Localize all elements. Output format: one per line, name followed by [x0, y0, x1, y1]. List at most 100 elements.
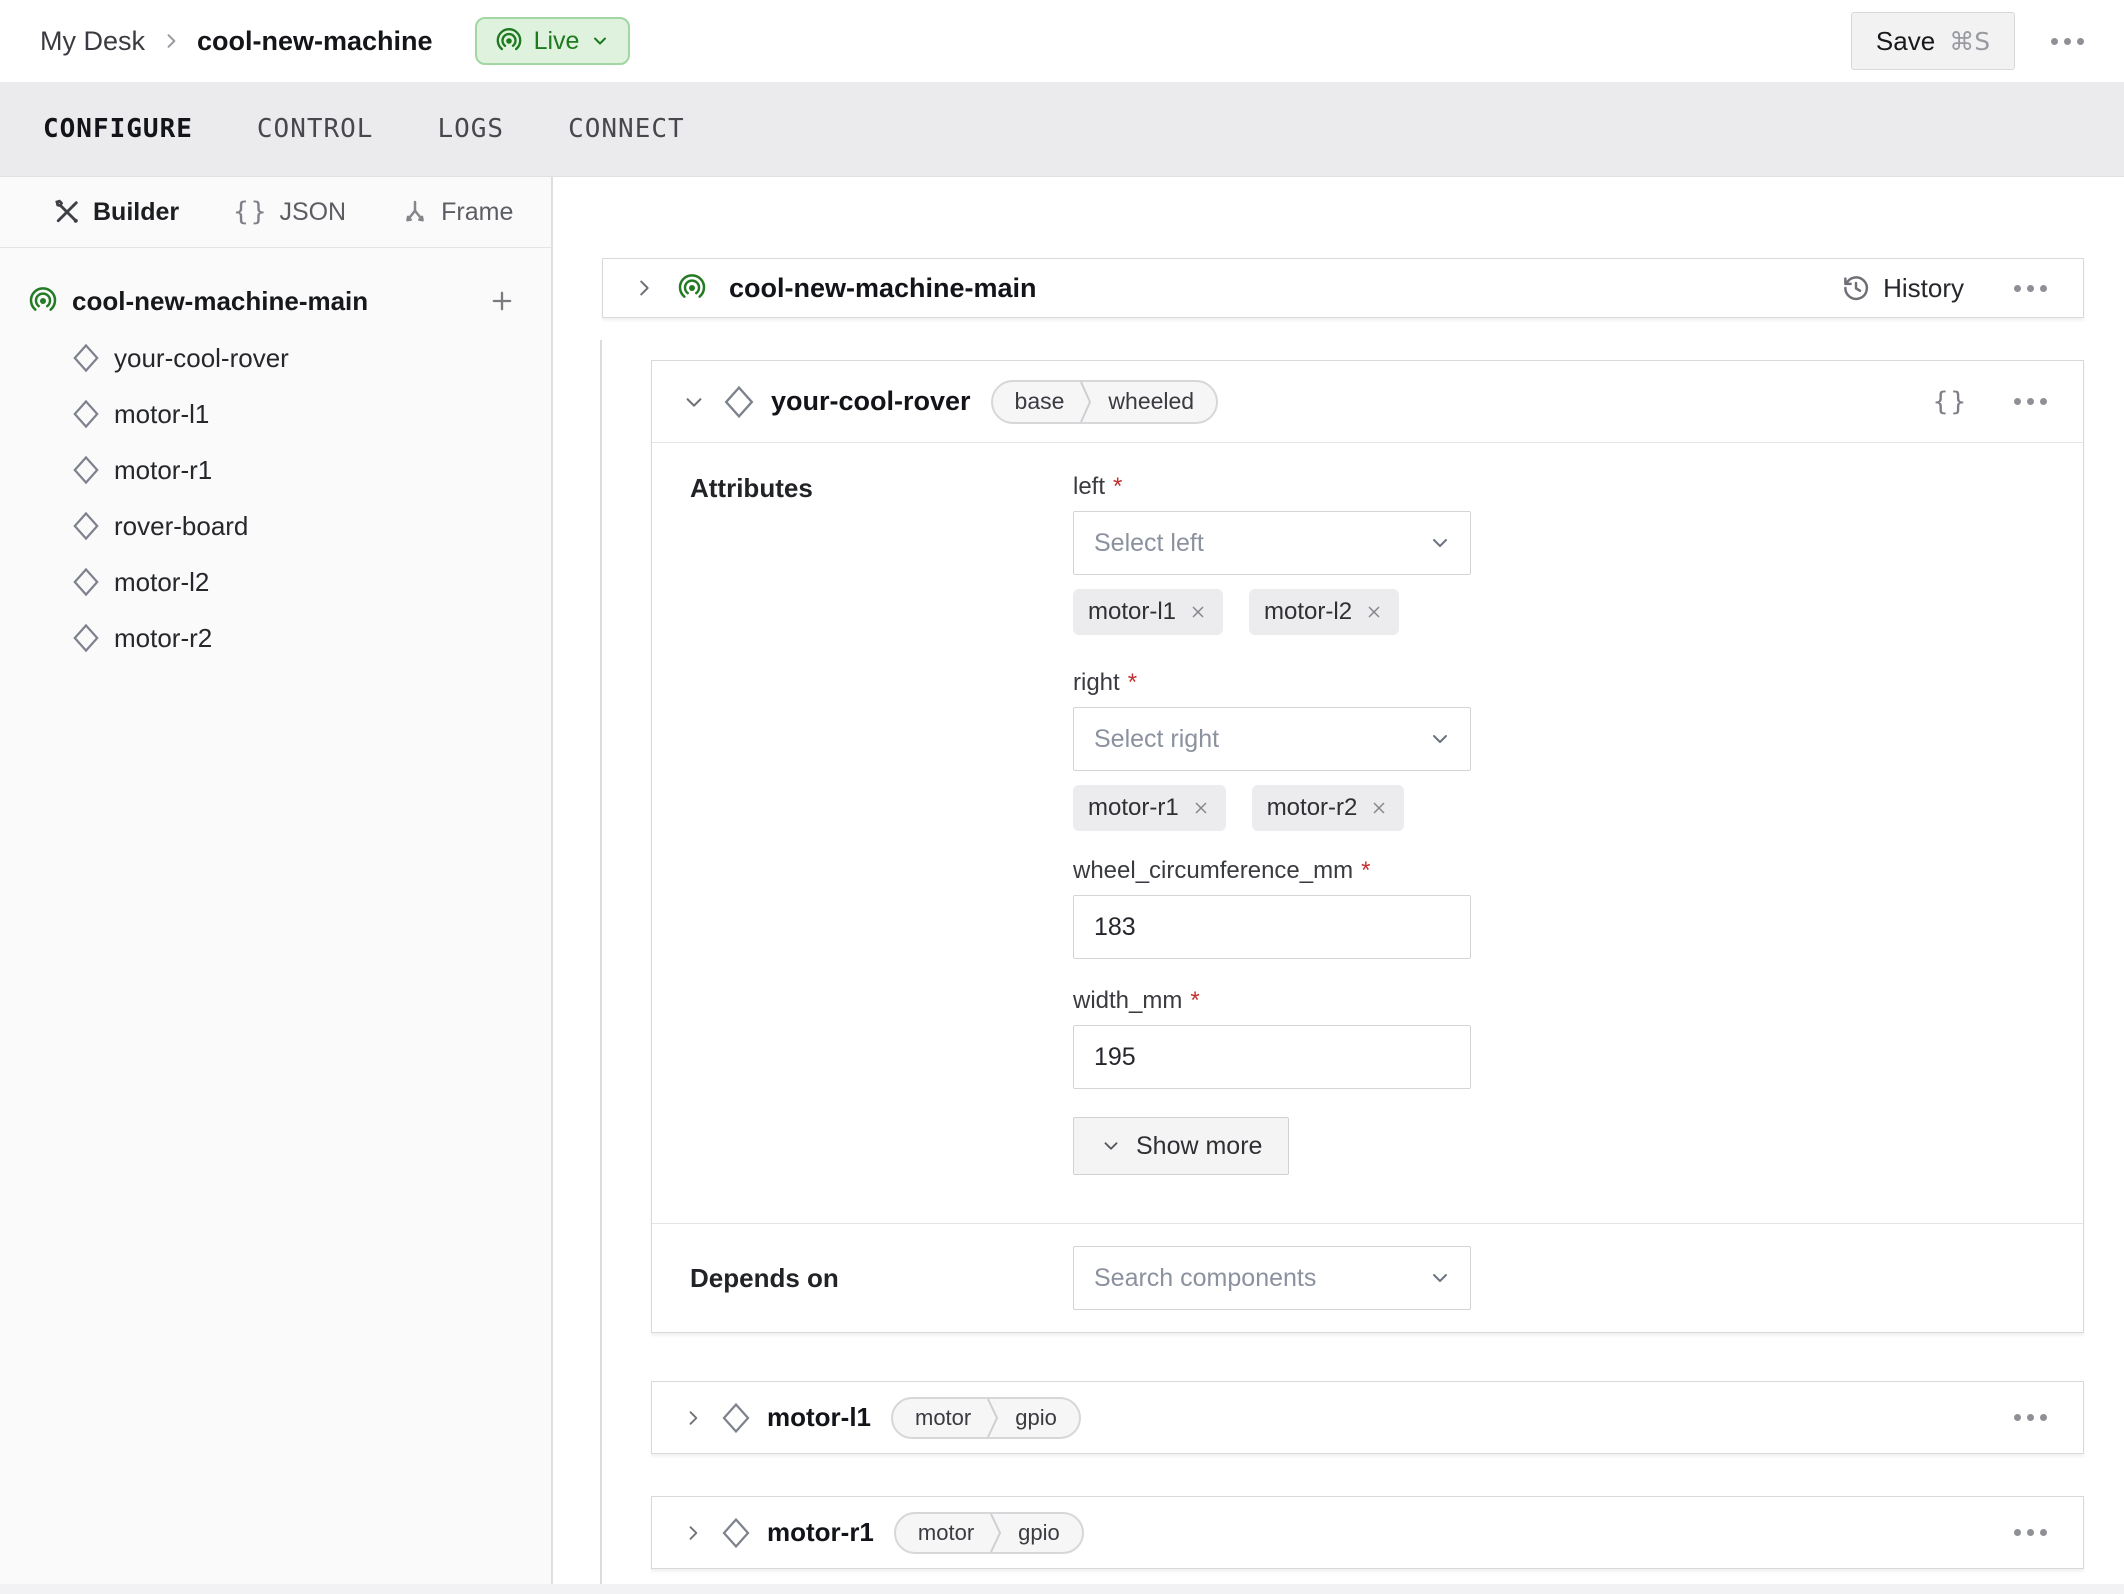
save-button[interactable]: Save ⌘S [1851, 12, 2015, 70]
remove-chip-icon[interactable] [1369, 798, 1389, 818]
save-shortcut-hint: ⌘S [1949, 26, 1991, 56]
left-motor-select[interactable]: Select left [1073, 511, 1471, 575]
depends-on-heading: Depends on [690, 1262, 839, 1293]
required-marker: * [1190, 987, 1200, 1014]
mode-builder[interactable]: Builder [52, 197, 179, 227]
tree-item-label: motor-l1 [114, 398, 210, 429]
status-label: Live [533, 26, 580, 55]
chip-motor-r1: motor-r1 [1073, 785, 1226, 831]
left-select-placeholder: Select left [1094, 528, 1204, 557]
remove-chip-icon[interactable] [1191, 798, 1211, 818]
mode-frame-label: Frame [441, 197, 514, 226]
component-diamond-icon [72, 454, 100, 485]
broadcast-icon [495, 27, 523, 55]
history-button[interactable]: History [1841, 273, 1964, 304]
component-diamond-icon [72, 622, 100, 653]
right-motor-select[interactable]: Select right [1073, 707, 1471, 771]
tag-divider-icon [990, 1513, 1002, 1552]
tag-divider-icon [987, 1398, 999, 1437]
component-diamond-icon [72, 510, 100, 541]
tab-logs[interactable]: LOGS [437, 114, 504, 144]
required-marker: * [1113, 473, 1123, 500]
motor-r1-title: motor-r1 [767, 1517, 874, 1547]
mode-builder-label: Builder [93, 197, 180, 226]
mode-json-label: JSON [279, 197, 347, 226]
right-motor-chips: motor-r1 motor-r2 [1073, 785, 1471, 831]
breadcrumb-parent-link[interactable]: My Desk [40, 26, 145, 57]
tree-item-motor-l1[interactable]: motor-l1 [0, 386, 551, 442]
tag-gpio: gpio [1018, 1519, 1060, 1545]
tree-item-label: motor-r2 [114, 622, 213, 653]
rover-title: your-cool-rover [771, 386, 971, 416]
tab-connect[interactable]: CONNECT [568, 114, 685, 144]
field-label-wheel-circumference: wheel_circumference_mm * [1073, 857, 1371, 884]
collapse-chevron-icon[interactable] [683, 391, 705, 413]
save-label: Save [1875, 25, 1936, 56]
machine-part-card: cool-new-machine-main History [602, 258, 2084, 318]
component-tree: cool-new-machine-main your-cool-rover mo… [0, 248, 551, 666]
header-overflow-menu-icon[interactable] [2041, 28, 2094, 55]
app-header: My Desk cool-new-machine Live Save ⌘S [0, 0, 2124, 82]
expand-chevron-icon[interactable] [683, 1523, 703, 1543]
depends-on-placeholder: Search components [1094, 1263, 1317, 1292]
motor-l1-card: motor-l1 motor gpio [651, 1381, 2084, 1454]
chevron-down-icon [1428, 531, 1452, 555]
motor-l1-overflow-menu-icon[interactable] [2004, 1404, 2057, 1431]
expand-chevron-icon[interactable] [683, 1408, 703, 1428]
right-select-placeholder: Select right [1094, 724, 1220, 753]
tag-motor: motor [917, 1519, 975, 1545]
remove-chip-icon[interactable] [1188, 602, 1208, 622]
remove-chip-icon[interactable] [1364, 602, 1384, 622]
tree-item-motor-r2[interactable]: motor-r2 [0, 610, 551, 666]
component-type-tags: motor gpio [891, 1396, 1081, 1439]
history-clock-icon [1841, 273, 1871, 303]
breadcrumb: My Desk cool-new-machine [40, 26, 433, 57]
mode-json[interactable]: {} JSON [233, 197, 346, 227]
tools-icon [52, 197, 82, 227]
motor-r1-overflow-menu-icon[interactable] [2004, 1519, 2057, 1546]
tree-item-your-cool-rover[interactable]: your-cool-rover [0, 330, 551, 386]
machine-status-dropdown[interactable]: Live [474, 17, 631, 65]
tree-item-motor-r1[interactable]: motor-r1 [0, 442, 551, 498]
chevron-down-icon [1428, 727, 1452, 751]
mode-frame[interactable]: Frame [400, 197, 513, 227]
horizontal-scrollbar-track[interactable] [0, 1584, 2124, 1594]
machine-name: cool-new-machine [197, 25, 433, 56]
tag-motor: motor [915, 1404, 972, 1430]
tree-root-label: cool-new-machine-main [72, 285, 369, 316]
chip-motor-l2: motor-l2 [1249, 589, 1400, 635]
component-diamond-icon [723, 384, 755, 420]
tag-gpio: gpio [1015, 1404, 1057, 1430]
tree-item-label: rover-board [114, 510, 249, 541]
view-mode-switcher: Builder {} JSON Frame [0, 177, 551, 248]
attributes-heading: Attributes [690, 473, 813, 503]
machine-part-title: cool-new-machine-main [729, 272, 1037, 303]
wheel-circumference-input[interactable] [1073, 895, 1471, 959]
field-label-right: right * [1073, 669, 1138, 696]
frame-axes-icon [400, 197, 430, 227]
tree-item-motor-l2[interactable]: motor-l2 [0, 554, 551, 610]
component-diamond-icon [72, 342, 100, 373]
part-overflow-menu-icon[interactable] [2004, 275, 2057, 302]
width-mm-input[interactable] [1073, 1025, 1471, 1089]
tree-item-rover-board[interactable]: rover-board [0, 498, 551, 554]
component-diamond-icon [72, 398, 100, 429]
tree-root-machine-part[interactable]: cool-new-machine-main [0, 272, 551, 330]
content: Builder {} JSON Frame cool-new-machine-m… [0, 177, 2124, 1594]
depends-on-select[interactable]: Search components [1073, 1246, 1471, 1310]
broadcast-icon [677, 273, 707, 303]
tag-wheeled: wheeled [1108, 388, 1195, 414]
add-component-button[interactable] [483, 282, 521, 320]
history-label: History [1883, 272, 1964, 303]
tab-configure[interactable]: CONFIGURE [43, 114, 193, 144]
show-more-button[interactable]: Show more [1073, 1117, 1290, 1175]
component-type-tags: base wheeled [990, 379, 1219, 424]
config-main-panel: cool-new-machine-main History your-cool-… [553, 177, 2124, 1594]
rover-overflow-menu-icon[interactable] [2004, 388, 2057, 415]
tab-control[interactable]: CONTROL [257, 114, 374, 144]
expand-chevron-icon[interactable] [633, 277, 655, 299]
braces-icon: {} [233, 197, 269, 227]
tree-item-label: your-cool-rover [114, 342, 289, 373]
view-json-icon[interactable]: {} [1933, 387, 1968, 417]
required-marker: * [1361, 857, 1371, 884]
